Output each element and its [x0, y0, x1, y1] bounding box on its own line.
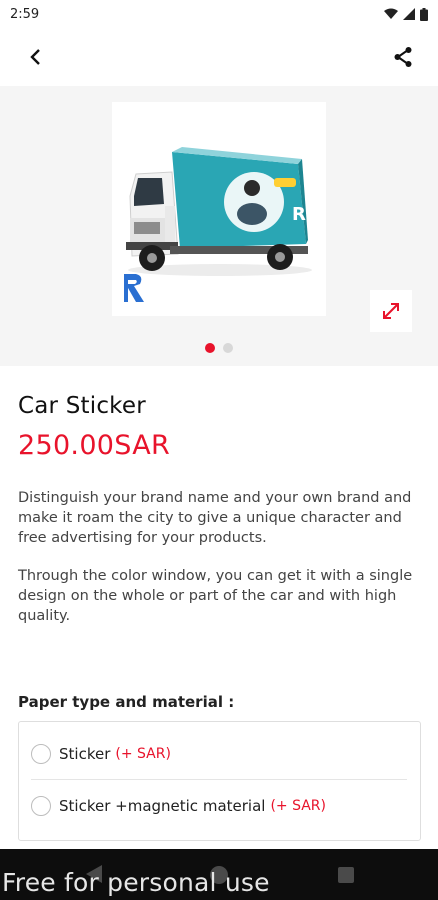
app-bar	[0, 28, 438, 86]
back-arrow-icon	[30, 49, 40, 65]
option-sticker-magnetic[interactable]: Sticker +magnetic material (+ SAR)	[31, 786, 409, 826]
status-bar: 2:59	[0, 0, 438, 28]
option-price: (+ SAR)	[115, 746, 171, 762]
status-time: 2:59	[10, 6, 40, 22]
wifi-icon	[384, 8, 398, 19]
share-button[interactable]	[386, 40, 420, 74]
options-group: Sticker (+ SAR) Sticker +magnetic materi…	[18, 721, 421, 841]
nav-recents-icon[interactable]	[338, 867, 354, 883]
product-gallery[interactable]: R	[0, 86, 438, 366]
brand-logo	[124, 274, 144, 302]
option-divider	[31, 779, 407, 780]
back-button[interactable]	[18, 40, 52, 74]
radio-button[interactable]	[31, 796, 51, 816]
product-title: Car Sticker	[18, 393, 146, 419]
gallery-dot[interactable]	[223, 343, 233, 353]
product-price: 250.00SAR	[18, 430, 171, 461]
battery-icon	[420, 7, 428, 21]
watermark-text: Free for personal use	[2, 868, 270, 897]
options-heading: Paper type and material :	[18, 693, 235, 711]
gallery-pagination	[0, 343, 438, 353]
product-description-2: Through the color window, you can get it…	[18, 568, 413, 624]
truck-illustration: R	[124, 147, 312, 302]
share-icon	[394, 47, 412, 67]
option-sticker[interactable]: Sticker (+ SAR)	[31, 734, 409, 774]
option-label: Sticker	[59, 745, 111, 763]
option-price: (+ SAR)	[270, 798, 326, 814]
svg-text:R: R	[292, 204, 306, 225]
product-description-1: Distinguish your brand name and your own…	[18, 490, 412, 546]
option-label: Sticker +magnetic material	[59, 797, 266, 815]
product-image[interactable]: R	[112, 102, 326, 316]
radio-button[interactable]	[31, 744, 51, 764]
expand-icon	[383, 303, 399, 319]
status-icons	[384, 7, 428, 21]
expand-image-button[interactable]	[370, 290, 412, 332]
gallery-dot-active[interactable]	[205, 343, 215, 353]
signal-icon	[403, 8, 415, 20]
